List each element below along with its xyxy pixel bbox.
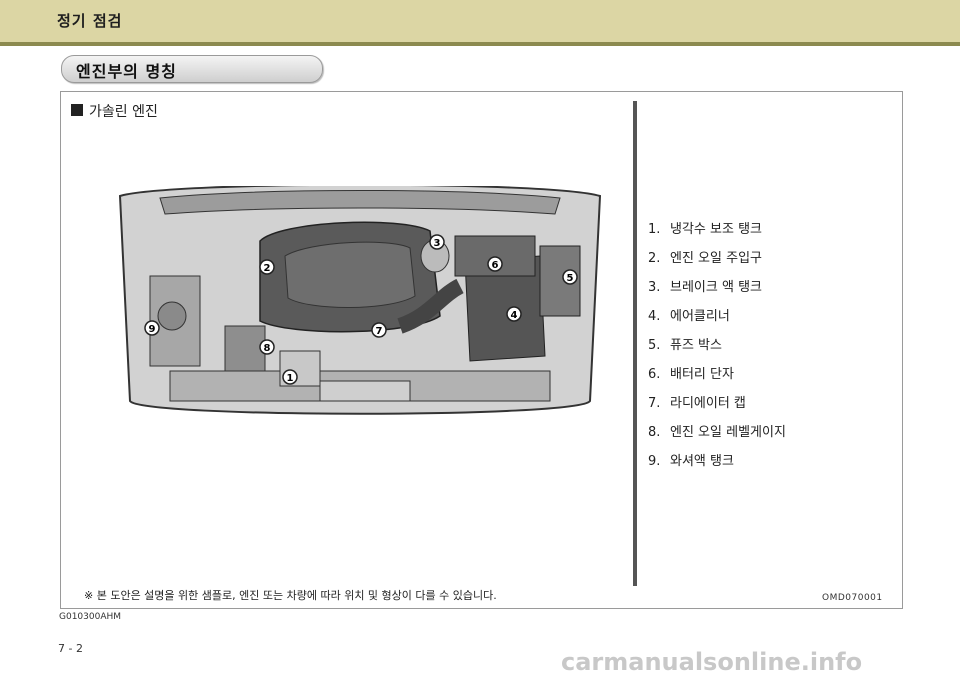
svg-text:2: 2 (264, 263, 271, 274)
engine-bay-illustration: 1 2 3 4 5 6 7 8 9 (118, 186, 602, 415)
callout-3: 3 (429, 234, 445, 250)
callout-9: 9 (144, 320, 160, 336)
svg-text:6: 6 (492, 260, 499, 271)
svg-text:4: 4 (511, 310, 518, 321)
svg-text:3: 3 (434, 238, 441, 249)
header-rule (0, 42, 960, 46)
callout-6: 6 (487, 256, 503, 272)
square-bullet-icon (71, 104, 83, 116)
watermark-text: carmanualsonline.info (561, 648, 863, 676)
legend-item: 1. 냉각수 보조 탱크 (648, 222, 762, 237)
svg-text:8: 8 (264, 343, 271, 354)
figure-subtitle: 가솔린 엔진 (89, 104, 158, 120)
figure-code: OMD070001 (822, 593, 883, 603)
legend-item: 5. 퓨즈 박스 (648, 338, 722, 353)
svg-text:9: 9 (149, 324, 156, 335)
legend-item: 2. 엔진 오일 주입구 (648, 251, 762, 266)
header-bar (0, 0, 960, 42)
page-number: 7 - 2 (58, 642, 83, 655)
callout-5: 5 (562, 269, 578, 285)
callout-4: 4 (506, 306, 522, 322)
callout-8: 8 (259, 339, 275, 355)
parts-legend: 1. 냉각수 보조 탱크 2. 엔진 오일 주입구 3. 브레이크 액 탱크 4. 에어… (648, 218, 786, 479)
legend-item: 6. 배터리 단자 (648, 367, 734, 382)
disclaimer-note: ※ 본 도안은 설명을 위한 샘플로, 엔진 또는 차량에 따라 위치 및 형상… (84, 589, 497, 602)
legend-item: 8. 엔진 오일 레벨게이지 (648, 425, 786, 440)
legend-item: 3. 브레이크 액 탱크 (648, 280, 762, 295)
legend-item: 9. 와셔액 탱크 (648, 454, 734, 469)
document-code: G010300AHM (59, 612, 122, 622)
panel-divider (633, 101, 637, 586)
callout-1: 1 (282, 369, 298, 385)
svg-text:7: 7 (376, 326, 383, 337)
callout-2: 2 (259, 259, 275, 275)
legend-item: 4. 에어클리너 (648, 309, 730, 324)
legend-item: 7. 라디에이터 캡 (648, 396, 746, 411)
callout-7: 7 (371, 322, 387, 338)
svg-text:1: 1 (287, 373, 294, 384)
svg-text:5: 5 (567, 273, 574, 284)
chapter-title: 정기 점검 (57, 12, 123, 30)
section-title: 엔진부의 명칭 (76, 62, 177, 81)
